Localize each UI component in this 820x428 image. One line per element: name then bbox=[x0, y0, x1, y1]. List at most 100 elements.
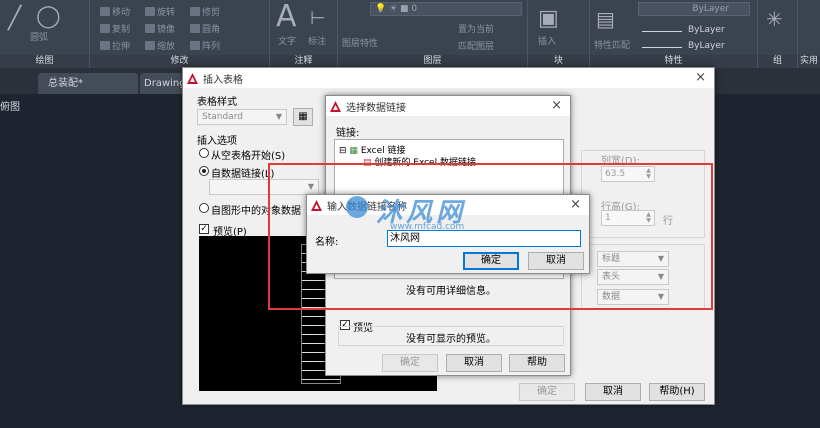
other-rows-style-select[interactable]: 数据 ▼ bbox=[597, 289, 669, 305]
ribbon-panel-block: ▣ 插入 块 bbox=[528, 0, 590, 68]
watermark-url: www.mfcad.com bbox=[390, 222, 465, 232]
trim-icon bbox=[190, 7, 200, 16]
insert-table-cancel-button[interactable]: 取消 bbox=[585, 383, 641, 401]
select-link-cancel-button[interactable]: 取消 bbox=[446, 354, 502, 372]
stretch-icon bbox=[100, 41, 110, 50]
link-name-input[interactable]: 沐风网 bbox=[387, 230, 581, 247]
spinner-icon: ▲ ▼ bbox=[646, 167, 651, 180]
data-link-radio[interactable] bbox=[199, 166, 209, 176]
ribbon-move-button[interactable]: 移动 bbox=[100, 5, 130, 18]
links-label: 链接: bbox=[336, 128, 360, 139]
ribbon-insert-button[interactable]: 插入 bbox=[538, 34, 556, 47]
ribbon-panel-layers: 💡 ☀ ■ 0 图层特性 置为当前 匹配图层 图层 bbox=[338, 0, 528, 68]
text-icon[interactable]: A bbox=[276, 2, 297, 32]
data-link-label: 自数据链接(L) bbox=[211, 169, 275, 180]
insert-options-label: 插入选项 bbox=[197, 136, 237, 147]
linetype-line bbox=[642, 31, 682, 32]
watermark-logo-icon bbox=[346, 196, 368, 218]
tree-item-create-link[interactable]: ▤ 创建新的 Excel 数据链接 bbox=[363, 155, 476, 168]
ribbon-scale-button[interactable]: 缩放 bbox=[145, 39, 175, 52]
scale-icon bbox=[145, 41, 155, 50]
ribbon-stretch-button[interactable]: 拉伸 bbox=[100, 39, 130, 52]
ribbon-panel-title[interactable]: 组 bbox=[758, 55, 797, 68]
tab-assembly[interactable]: 总装配* bbox=[38, 73, 138, 94]
linetype-dropdown[interactable]: ByLayer bbox=[688, 25, 725, 35]
column-width-input[interactable]: 63.5 ▲ ▼ bbox=[601, 166, 655, 182]
autocad-logo-icon bbox=[330, 100, 341, 112]
ribbon-rotate-button[interactable]: 旋转 bbox=[145, 5, 175, 18]
ribbon-panel-annotation: A 文字 标注 ⊢ 注释 bbox=[270, 0, 338, 68]
copy-icon bbox=[100, 24, 110, 33]
row-height-input[interactable]: 1 ▲ ▼ bbox=[601, 210, 655, 226]
dialog-titlebar: 选择数据链接 × bbox=[326, 96, 570, 116]
rotate-icon bbox=[145, 7, 155, 16]
insert-table-help-button[interactable]: 帮助(H) bbox=[649, 383, 705, 401]
ribbon-array-button[interactable]: 阵列 bbox=[190, 39, 220, 52]
close-icon[interactable]: × bbox=[551, 98, 562, 113]
ribbon-trim-button[interactable]: 修剪 bbox=[190, 5, 220, 18]
ribbon-dimension-button[interactable]: 标注 bbox=[308, 34, 326, 47]
insert-block-icon[interactable]: ▣ bbox=[538, 4, 559, 34]
color-dropdown[interactable]: ByLayer bbox=[638, 2, 750, 16]
close-icon[interactable]: × bbox=[695, 70, 706, 85]
ribbon-panel-title[interactable]: 实用 bbox=[798, 55, 820, 68]
ribbon-match-properties-button[interactable]: 特性匹配 bbox=[594, 38, 630, 51]
ribbon-panel-properties: ▤ 特性匹配 ByLayer ByLayer ByLayer 特性 bbox=[590, 0, 758, 68]
ribbon-text-button[interactable]: 文字 bbox=[278, 34, 296, 47]
ribbon-panel-utilities: 实用 bbox=[798, 0, 820, 68]
no-details-text: 没有可用详细信息。 bbox=[406, 286, 496, 297]
name-label: 名称: bbox=[315, 237, 339, 248]
chevron-down-icon: ▼ bbox=[657, 254, 664, 263]
collapse-icon: ⊟ bbox=[339, 146, 347, 156]
no-preview-text: 没有可显示的预览。 bbox=[406, 334, 496, 345]
array-icon bbox=[190, 41, 200, 50]
lineweight-line bbox=[642, 47, 682, 48]
link-name-ok-button[interactable]: 确定 bbox=[463, 252, 519, 270]
ribbon-make-current-button[interactable]: 置为当前 bbox=[458, 22, 494, 35]
select-link-help-button[interactable]: 帮助 bbox=[509, 354, 565, 372]
select-link-ok-button[interactable]: 确定 bbox=[382, 354, 438, 372]
insert-table-ok-button[interactable]: 确定 bbox=[519, 383, 575, 401]
dialog-title: 选择数据链接 bbox=[346, 102, 406, 114]
dialog-titlebar: 插入表格 × bbox=[183, 68, 714, 88]
empty-table-radio[interactable] bbox=[199, 148, 209, 158]
ribbon-layer-properties-button[interactable]: 图层特性 bbox=[342, 36, 378, 49]
group-icon[interactable]: ✳ bbox=[766, 4, 783, 34]
data-link-select[interactable]: ▼ bbox=[209, 179, 319, 195]
ribbon-panel-draw: 圆弧 ╱ ◯ 绘图 bbox=[0, 0, 90, 68]
preview-checkbox[interactable]: ✓ bbox=[199, 224, 209, 234]
new-link-icon: ▤ bbox=[363, 158, 372, 168]
draw-circle-icon[interactable]: ◯ bbox=[36, 2, 61, 32]
table-style-label: 表格样式 bbox=[197, 97, 237, 108]
ribbon-mirror-button[interactable]: 镜像 bbox=[145, 22, 175, 35]
spinner-icon: ▲ ▼ bbox=[646, 211, 651, 224]
draw-line-icon[interactable]: ╱ bbox=[8, 4, 21, 34]
chevron-down-icon: ▼ bbox=[657, 292, 664, 301]
layer-dropdown[interactable]: 💡 ☀ ■ 0 bbox=[370, 2, 522, 16]
lineweight-dropdown[interactable]: ByLayer bbox=[688, 41, 725, 51]
ribbon-panel-title[interactable]: 绘图 bbox=[0, 55, 89, 68]
autocad-logo-icon bbox=[187, 72, 198, 84]
tab-drawing[interactable]: Drawing bbox=[140, 73, 188, 94]
table-style-select[interactable]: Standard ▼ bbox=[197, 109, 287, 125]
move-icon bbox=[100, 7, 110, 16]
link-name-cancel-button[interactable]: 取消 bbox=[528, 252, 584, 270]
object-data-radio[interactable] bbox=[199, 203, 209, 213]
ribbon-fillet-button[interactable]: 圆角 bbox=[190, 22, 220, 35]
viewport-label[interactable]: 俯图 bbox=[0, 98, 20, 113]
row-unit-label: 行 bbox=[663, 216, 673, 227]
ribbon-panel-modify: 移动 旋转 修剪 复制 镜像 圆角 拉伸 缩放 阵列 修改 bbox=[90, 0, 270, 68]
ribbon-copy-button[interactable]: 复制 bbox=[100, 22, 130, 35]
second-row-style-select[interactable]: 表头 ▼ bbox=[597, 269, 669, 285]
chevron-down-icon: ▼ bbox=[275, 112, 282, 121]
close-icon[interactable]: × bbox=[570, 197, 581, 212]
match-properties-icon[interactable]: ▤ bbox=[596, 4, 615, 34]
first-row-style-select[interactable]: 标题 ▼ bbox=[597, 251, 669, 267]
chevron-down-icon: ▼ bbox=[307, 182, 314, 191]
dimension-icon[interactable]: ⊢ bbox=[310, 4, 326, 34]
chevron-down-icon: ▼ bbox=[657, 272, 664, 281]
table-style-launch-button[interactable]: ▦ bbox=[293, 108, 313, 126]
ribbon-panel-group: ✳ 组 bbox=[758, 0, 798, 68]
ribbon-match-layer-button[interactable]: 匹配图层 bbox=[458, 39, 494, 52]
object-data-label: 自图形中的对象数据 bbox=[211, 206, 301, 217]
